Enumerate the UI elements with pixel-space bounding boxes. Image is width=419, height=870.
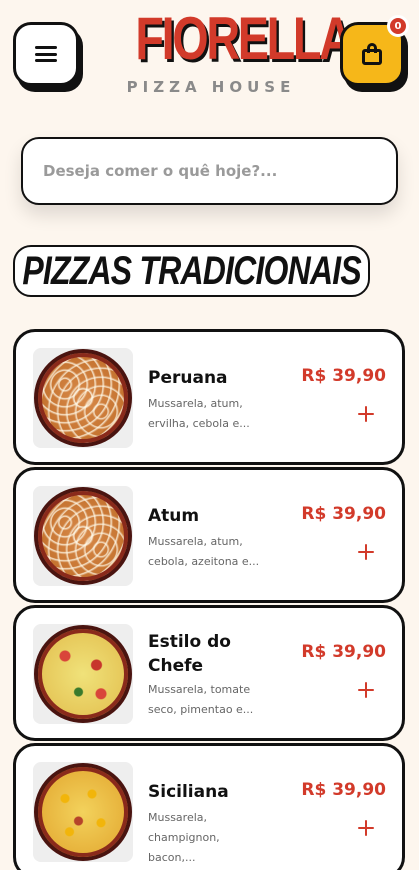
search-input[interactable] bbox=[23, 139, 396, 203]
product-price: R$ 39,90 bbox=[301, 642, 386, 662]
section-title-badge: PIZZAS TRADICIONAIS bbox=[13, 245, 370, 297]
brand-subtitle: PIZZA HOUSE bbox=[126, 78, 296, 96]
product-name: Peruana bbox=[148, 368, 228, 388]
product-description: Mussarela, atum, cebola, azeitona e... bbox=[148, 535, 260, 568]
pizza-image bbox=[34, 763, 132, 861]
product-card-siciliana[interactable]: Siciliana Mussarela, champignon, bacon,.… bbox=[13, 743, 405, 870]
menu-icon bbox=[35, 46, 57, 62]
product-description: Mussarela, champignon, bacon,... bbox=[148, 811, 220, 864]
section-title: PIZZAS TRADICIONAIS bbox=[22, 248, 361, 293]
product-description: Mussarela, atum, ervilha, cebola e... bbox=[148, 397, 250, 430]
product-price: R$ 39,90 bbox=[301, 780, 386, 800]
product-image bbox=[33, 624, 133, 724]
app-header: FIORELLA PIZZA HOUSE 0 bbox=[0, 0, 419, 110]
cart-button[interactable]: 0 bbox=[340, 15, 409, 86]
add-to-cart-plus-icon[interactable] bbox=[356, 680, 376, 700]
product-image bbox=[33, 348, 133, 448]
add-to-cart-plus-icon[interactable] bbox=[356, 542, 376, 562]
shopping-bag-icon bbox=[362, 43, 382, 65]
brand-name: FIORELLA bbox=[135, 5, 353, 72]
pizza-image bbox=[34, 349, 132, 447]
brand-logo[interactable]: FIORELLA PIZZA HOUSE bbox=[105, 6, 353, 97]
menu-button[interactable] bbox=[13, 22, 79, 86]
product-name: Atum bbox=[148, 506, 200, 526]
cart-count-badge: 0 bbox=[387, 15, 409, 37]
add-to-cart-plus-icon[interactable] bbox=[356, 818, 376, 838]
product-price: R$ 39,90 bbox=[301, 504, 386, 524]
product-image bbox=[33, 762, 133, 862]
product-card-estilo-do-chefe[interactable]: Estilo do Chefe Mussarela, tomate seco, … bbox=[13, 605, 405, 741]
product-image bbox=[33, 486, 133, 586]
product-card-atum[interactable]: Atum Mussarela, atum, cebola, azeitona e… bbox=[13, 467, 405, 603]
product-card-peruana[interactable]: Peruana Mussarela, atum, ervilha, cebola… bbox=[13, 329, 405, 465]
add-to-cart-plus-icon[interactable] bbox=[356, 404, 376, 424]
product-name: Siciliana bbox=[148, 782, 229, 802]
product-price: R$ 39,90 bbox=[301, 366, 386, 386]
product-description: Mussarela, tomate seco, pimentao e... bbox=[148, 683, 254, 716]
product-name: Estilo do Chefe bbox=[148, 632, 231, 676]
pizza-image bbox=[34, 487, 132, 585]
search-box bbox=[21, 137, 398, 205]
pizza-image bbox=[34, 625, 132, 723]
